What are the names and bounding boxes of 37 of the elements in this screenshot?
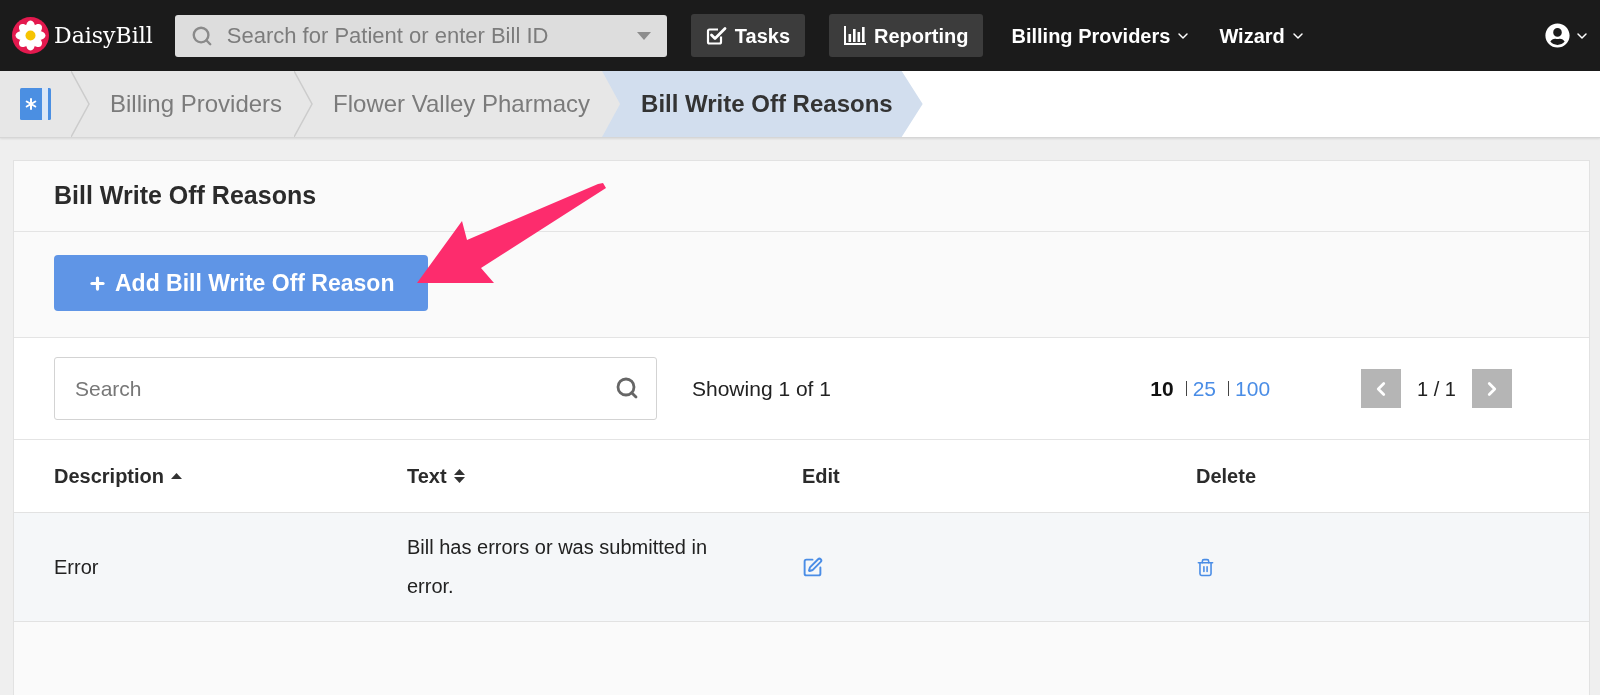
next-page-button[interactable] xyxy=(1472,369,1512,408)
nav-menu-button[interactable]: Wizard xyxy=(1219,14,1306,57)
account-menu-button[interactable] xyxy=(1545,23,1590,48)
bar-chart-icon xyxy=(844,26,867,45)
user-avatar-icon xyxy=(1545,23,1570,48)
search-icon xyxy=(190,24,213,47)
delete-button[interactable] xyxy=(1196,557,1215,577)
column-header: Edit xyxy=(802,464,840,489)
brand-logo[interactable]: DaisyBill xyxy=(12,17,153,54)
column-header: Delete xyxy=(1196,464,1257,489)
page-indicator: 1 / 1 xyxy=(1417,376,1456,402)
edit-icon xyxy=(802,556,823,578)
table-cell-text: Error xyxy=(54,555,99,580)
column-header[interactable]: Text xyxy=(407,461,447,491)
asterisk-tile-icon xyxy=(20,88,51,120)
results-summary: Showing 1 of 1 xyxy=(692,375,831,402)
trash-icon xyxy=(1196,557,1215,577)
page-size-link[interactable]: 10 xyxy=(1150,372,1174,405)
plus-icon xyxy=(88,273,107,293)
search-icon xyxy=(615,376,639,400)
nav-button[interactable]: Tasks xyxy=(690,14,806,57)
previous-page-button[interactable] xyxy=(1361,369,1402,408)
home-link[interactable] xyxy=(0,71,71,137)
table-cell-text: Bill has errors or was submitted in error. xyxy=(407,535,709,599)
sort-ascending-icon[interactable] xyxy=(171,473,183,479)
edit-button[interactable] xyxy=(802,556,823,578)
column-header[interactable]: Description xyxy=(54,461,165,491)
patient-search-field[interactable]: Search for Patient or enter Bill ID xyxy=(174,14,667,57)
nav-menu-button[interactable]: Billing Providers xyxy=(1011,14,1192,57)
check-square-icon xyxy=(705,25,727,46)
breadcrumb-link[interactable]: Bill Write Off Reasons xyxy=(602,71,923,137)
sort-icon[interactable] xyxy=(453,469,465,483)
table-search-field[interactable]: Search xyxy=(54,357,657,420)
dropdown-caret-icon xyxy=(636,31,651,40)
daisy-logo-icon xyxy=(12,17,49,54)
panel-title: Bill Write Off Reasons xyxy=(54,180,317,212)
nav-button[interactable]: Reporting xyxy=(829,14,984,57)
